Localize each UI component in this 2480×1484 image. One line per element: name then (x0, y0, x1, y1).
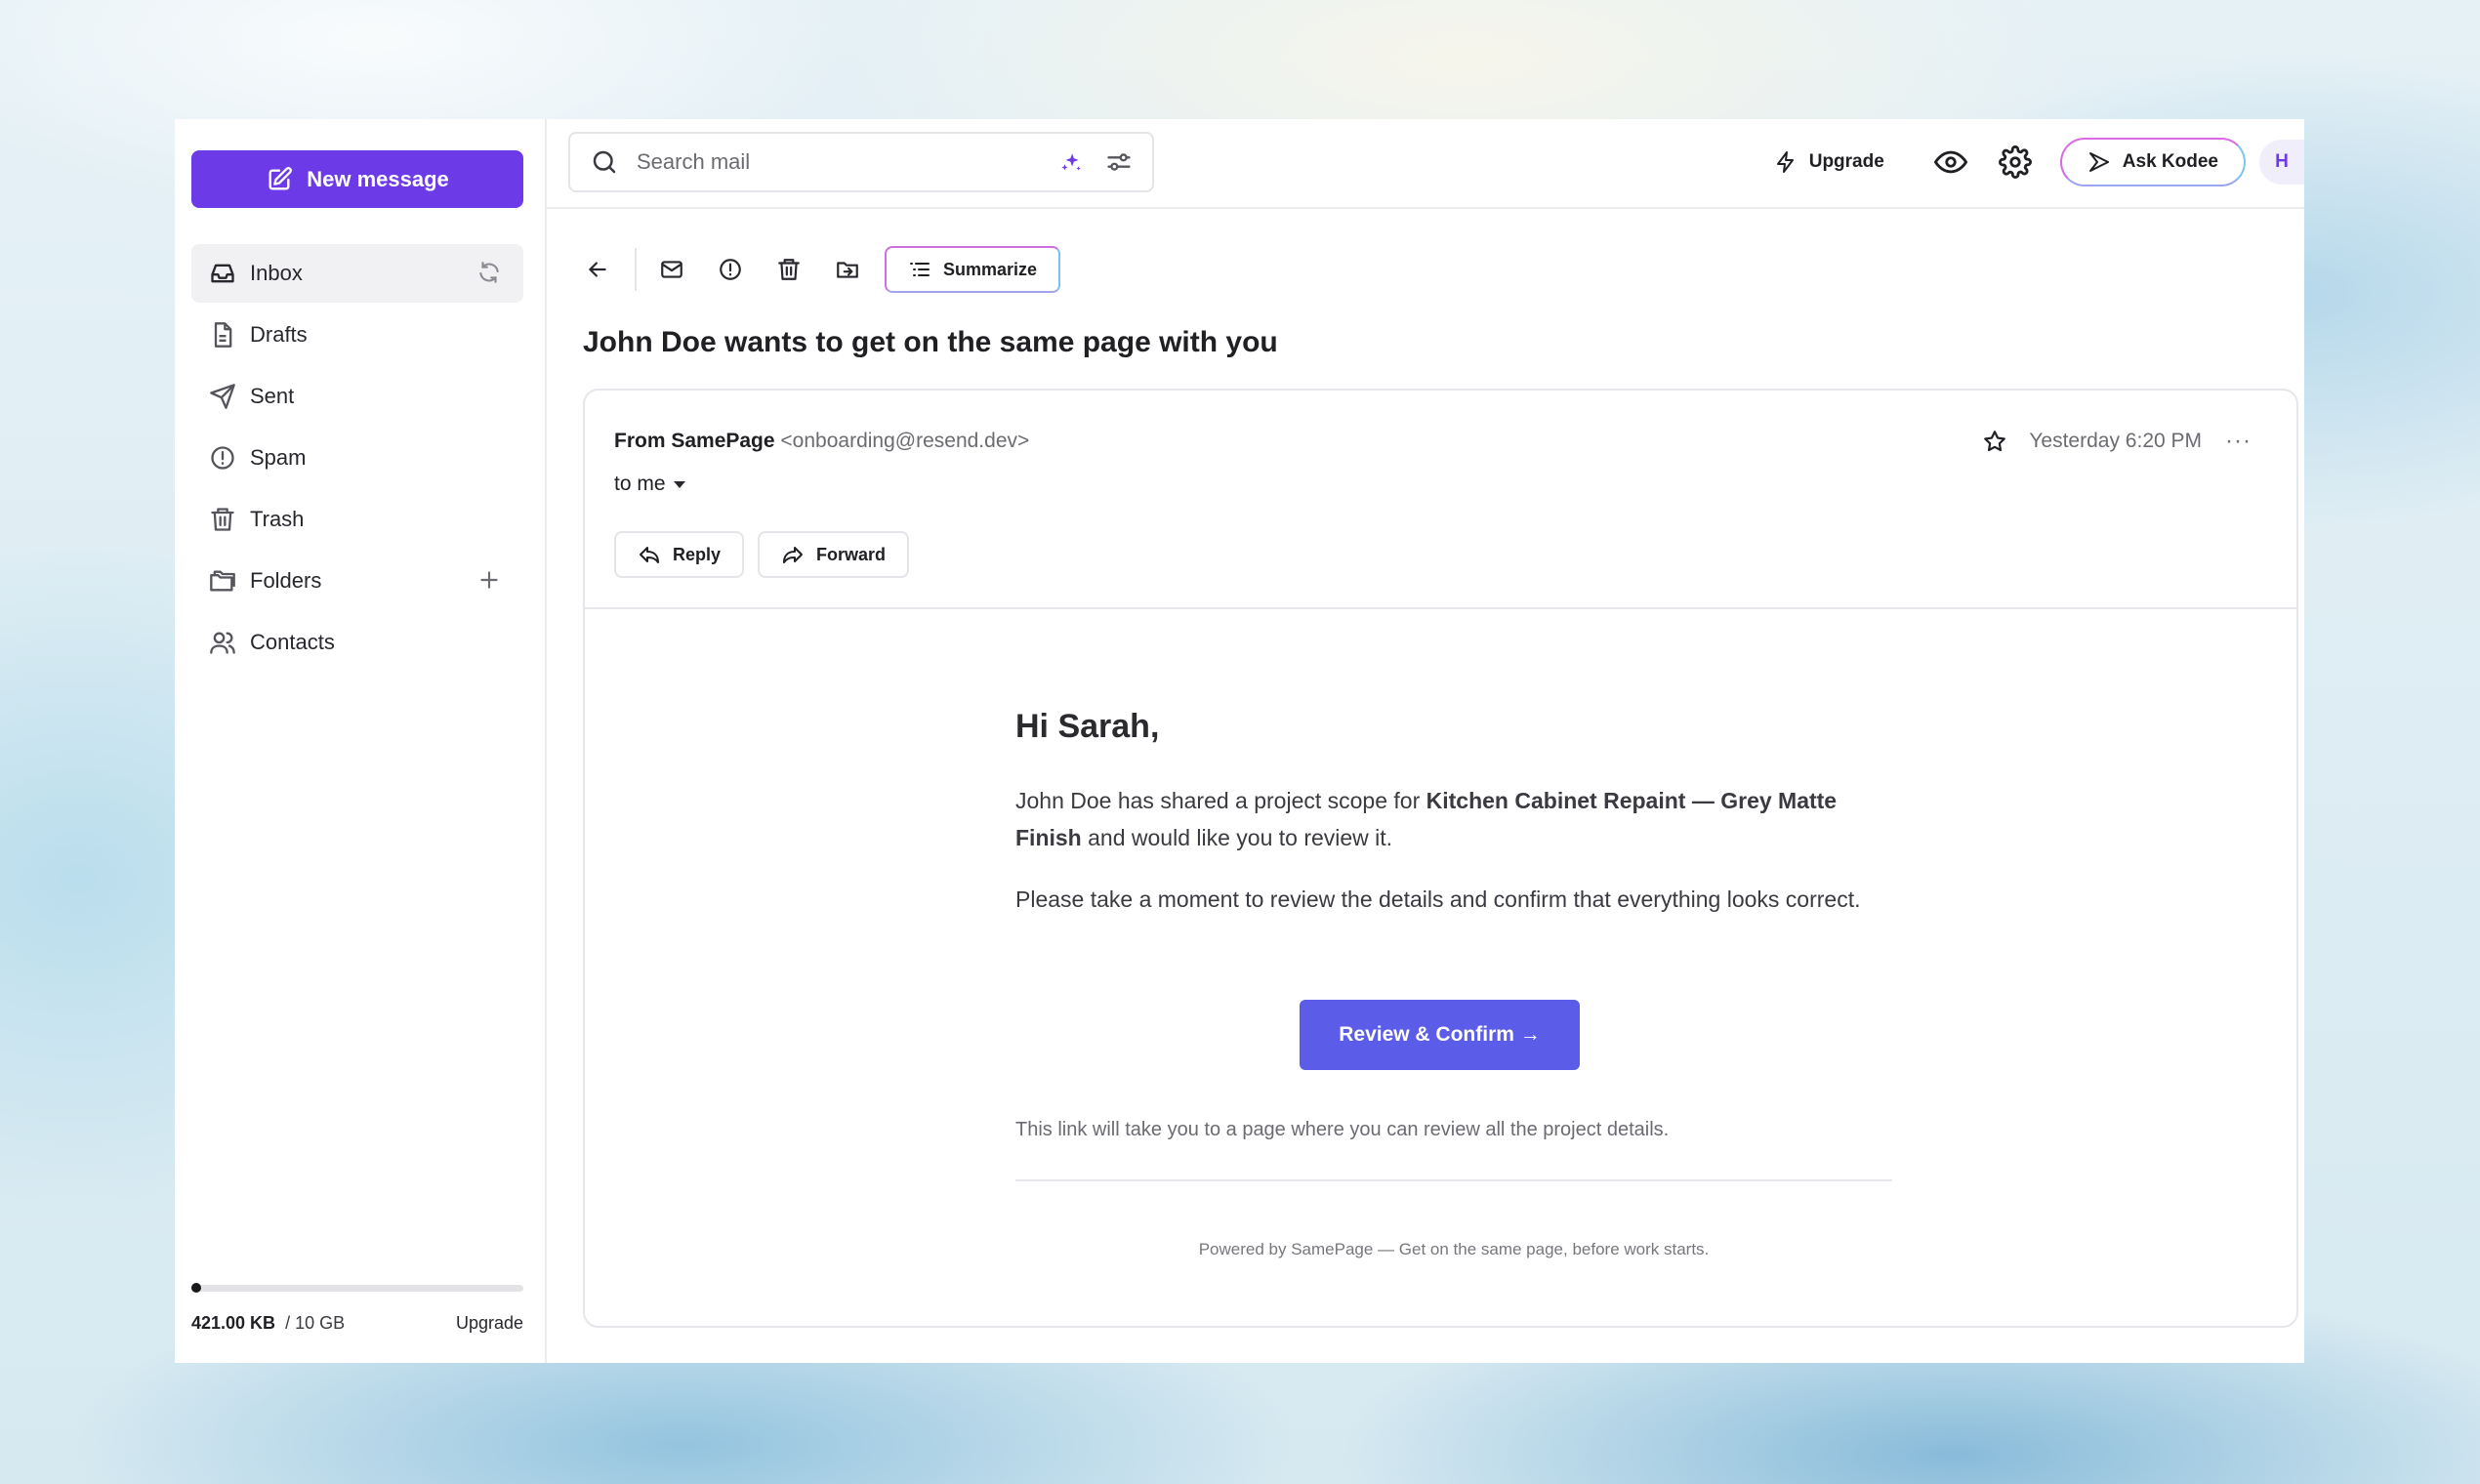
delete-button[interactable] (767, 248, 810, 291)
email-greeting: Hi Sarah, (1015, 708, 1160, 745)
folder-move-icon (837, 262, 858, 278)
sidebar-item-trash[interactable]: Trash (191, 490, 523, 549)
ai-sparkle-icon (2088, 152, 2109, 172)
add-folder-icon[interactable] (476, 567, 502, 593)
folders-icon (207, 565, 238, 597)
ask-kodee-button[interactable]: Ask Kodee (2059, 138, 2246, 186)
ask-kodee-label: Ask Kodee (2122, 151, 2218, 172)
move-to-folder-button[interactable] (826, 248, 869, 291)
email-paragraph-2: Please take a moment to review the detai… (1015, 886, 1861, 912)
divider (1015, 1179, 1892, 1181)
summarize-button[interactable]: Summarize (885, 246, 1061, 293)
more-options-icon[interactable]: ··· (2225, 428, 2252, 455)
send-icon (207, 381, 238, 412)
sidebar-item-label: Trash (250, 507, 305, 531)
storage-used: 421.00 KB (191, 1313, 276, 1333)
star-icon[interactable] (1982, 429, 2007, 454)
email-actions: Reply Forward (614, 531, 910, 578)
contacts-icon (207, 627, 238, 658)
top-bar: Upgrade Ask Kodee H (547, 119, 2304, 209)
storage-bar-fill (191, 1283, 201, 1293)
email-subject: John Doe wants to get on the same page w… (583, 326, 1278, 358)
inbox-icon (207, 258, 238, 289)
sidebar-item-label: Sent (250, 384, 295, 408)
new-message-label: New message (307, 166, 449, 191)
mail-app: New message Inbox Drafts Sent Spam Trash… (175, 119, 2304, 1363)
email-footer: Powered by SamePage — Get on the same pa… (1198, 1240, 1710, 1258)
sidebar-item-label: Inbox (250, 261, 303, 285)
sidebar-nav: Inbox Drafts Sent Spam Trash Folders Con… (191, 244, 523, 675)
review-confirm-button[interactable]: Review & Confirm → (1300, 1000, 1580, 1070)
recipient-toggle[interactable]: to me (614, 473, 685, 496)
sidebar-item-contacts[interactable]: Contacts (191, 613, 523, 672)
alert-circle-icon (207, 442, 238, 474)
forward-icon (783, 547, 804, 563)
reply-icon (640, 547, 659, 563)
filter-sliders-icon[interactable] (1105, 148, 1133, 176)
storage-total: / 10 GB (285, 1313, 346, 1333)
trash-icon (778, 259, 800, 280)
sidebar-item-label: Folders (250, 568, 322, 593)
sidebar-item-label: Drafts (250, 322, 308, 347)
upgrade-button[interactable]: Upgrade (1774, 150, 1884, 174)
settings-button[interactable] (1996, 143, 2035, 182)
reply-button[interactable]: Reply (614, 531, 745, 578)
toolbar-divider (635, 248, 637, 291)
search-box (568, 132, 1154, 192)
envelope-icon (661, 261, 682, 278)
arrow-left-icon (588, 262, 606, 277)
lightning-icon (1776, 151, 1794, 173)
sidebar-item-label: Spam (250, 445, 307, 470)
email-header: From SamePage <onboarding@resend.dev> to… (585, 391, 2296, 609)
reply-label: Reply (673, 544, 722, 564)
forward-button[interactable]: Forward (758, 531, 910, 578)
sidebar-item-inbox[interactable]: Inbox (191, 244, 523, 303)
caret-down-icon (673, 480, 685, 488)
new-message-button[interactable]: New message (191, 150, 523, 208)
sidebar-item-spam[interactable]: Spam (191, 429, 523, 487)
email-timestamp: Yesterday 6:20 PM (2029, 430, 2203, 452)
storage-upgrade-link[interactable]: Upgrade (456, 1313, 523, 1334)
eye-icon (1933, 150, 1967, 174)
back-button[interactable] (576, 248, 619, 291)
storage-bar (191, 1283, 523, 1293)
sidebar: New message Inbox Drafts Sent Spam Trash… (175, 119, 547, 1363)
email-card: From SamePage <onboarding@resend.dev> to… (583, 389, 2298, 1328)
trash-icon (207, 504, 238, 535)
paragraph-text: and would like you to review it. (1081, 825, 1393, 850)
preview-toggle-button[interactable] (1931, 143, 1970, 182)
ai-sparkle-icon[interactable] (1058, 149, 1084, 175)
upgrade-label: Upgrade (1808, 151, 1884, 172)
avatar[interactable]: H (2259, 140, 2304, 185)
draft-icon (207, 319, 238, 350)
compose-icon (269, 166, 293, 189)
sender-address: <onboarding@resend.dev> (780, 430, 1030, 452)
email-note: This link will take you to a page where … (1015, 1119, 1670, 1140)
message-toolbar: Summarize (576, 244, 1061, 295)
report-spam-button[interactable] (709, 248, 752, 291)
sidebar-item-label: Contacts (250, 630, 335, 654)
sender: From SamePage <onboarding@resend.dev> (614, 430, 1029, 453)
recipient-label: to me (614, 473, 666, 495)
email-meta: Yesterday 6:20 PM ··· (1982, 428, 2252, 455)
sender-name: From SamePage (614, 430, 775, 452)
list-icon (910, 263, 930, 276)
search-input[interactable] (635, 148, 1058, 176)
mark-unread-button[interactable] (650, 248, 693, 291)
summarize-label: Summarize (943, 259, 1038, 279)
search-icon (593, 150, 616, 174)
top-actions: Upgrade Ask Kodee H (1774, 137, 2304, 187)
forward-label: Forward (816, 544, 887, 564)
alert-circle-icon (720, 259, 741, 280)
refresh-icon[interactable] (476, 260, 502, 285)
sidebar-item-sent[interactable]: Sent (191, 367, 523, 426)
storage-meter: 421.00 KB / 10 GB Upgrade (191, 1283, 523, 1334)
email-paragraph-1: John Doe has shared a project scope for … (1015, 782, 1894, 856)
sidebar-item-drafts[interactable]: Drafts (191, 306, 523, 364)
paragraph-text: John Doe has shared a project scope for (1015, 788, 1426, 813)
gear-icon (1998, 145, 2032, 179)
sidebar-item-folders[interactable]: Folders (191, 552, 523, 610)
